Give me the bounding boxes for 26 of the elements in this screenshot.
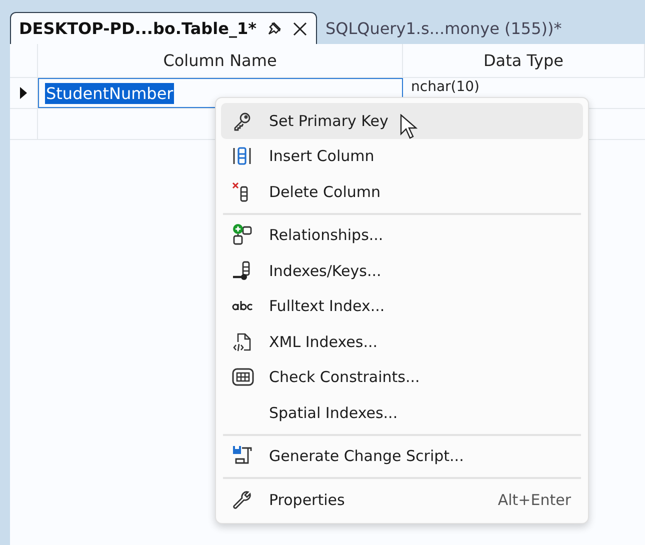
shortcut-text: Alt+Enter	[498, 490, 571, 509]
wrench-icon	[232, 490, 252, 510]
menu-item[interactable]: Insert Column	[221, 138, 583, 174]
table-check-icon	[232, 368, 254, 386]
key-icon	[232, 110, 252, 131]
menu-item[interactable]: Set Primary Key	[221, 103, 583, 138]
column-name-text[interactable]: StudentNumber	[45, 82, 174, 104]
menu-item[interactable]: Spatial Indexes...	[221, 395, 583, 430]
insert-column-icon	[232, 146, 252, 166]
close-icon[interactable]	[292, 20, 308, 36]
menu-item[interactable]: Properties Alt+Enter	[221, 482, 583, 518]
column-header[interactable]: Data Type	[403, 44, 645, 77]
menu-item[interactable]: Generate Change Script...	[221, 438, 583, 474]
menu-item[interactable]: Delete Column	[221, 174, 583, 210]
document-tab[interactable]: DESKTOP-PD...bo.Table_1*	[10, 12, 318, 44]
column-header[interactable]: Column Name	[38, 44, 403, 77]
pin-icon[interactable]	[266, 20, 282, 36]
abc-icon	[232, 300, 254, 312]
mouse-pointer-icon	[400, 114, 420, 140]
data-type-text[interactable]: nchar(10)	[411, 79, 480, 96]
menu-item[interactable]: XML Indexes...	[221, 324, 583, 360]
menu-item[interactable]: Fulltext Index...	[221, 288, 583, 324]
menu-item[interactable]: Relationships...	[221, 218, 583, 253]
relationships-icon	[232, 224, 254, 246]
menu-item[interactable]: Check Constraints...	[221, 360, 583, 395]
menu-item[interactable]: Indexes/Keys...	[221, 253, 583, 288]
